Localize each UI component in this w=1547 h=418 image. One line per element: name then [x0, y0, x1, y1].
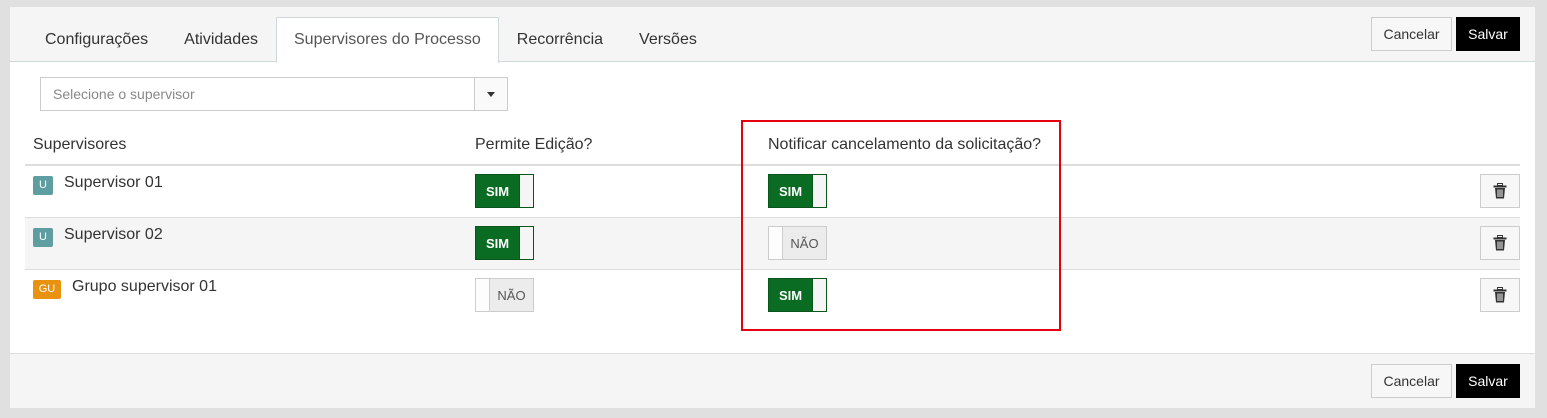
header-bar: Configurações Atividades Supervisores do…: [10, 7, 1535, 63]
supervisor-cell: U Supervisor 02: [33, 225, 163, 247]
trash-icon: [1493, 235, 1507, 251]
trash-icon: [1493, 183, 1507, 199]
notify-cancel-toggle[interactable]: NÃO: [768, 226, 827, 260]
tab-versoes[interactable]: Versões: [621, 17, 715, 62]
delete-button[interactable]: [1480, 278, 1520, 312]
table-row: U Supervisor 02 SIM NÃO: [25, 218, 1520, 269]
toggle-knob: [519, 175, 533, 207]
toggle-label: NÃO: [497, 287, 526, 303]
trash-icon: [1493, 287, 1507, 303]
tab-supervisores-do-processo[interactable]: Supervisores do Processo: [276, 17, 499, 63]
user-badge: U: [33, 228, 53, 247]
supervisor-select-placeholder: Selecione o supervisor: [53, 86, 195, 102]
footer-bar: Cancelar Salvar: [10, 353, 1535, 408]
tab-bar: Configurações Atividades Supervisores do…: [27, 17, 715, 63]
supervisor-select[interactable]: Selecione o supervisor: [40, 77, 508, 111]
supervisor-name: Supervisor 02: [64, 225, 163, 243]
toggle-label: SIM: [485, 235, 510, 251]
tab-atividades[interactable]: Atividades: [166, 17, 276, 62]
table-row: U Supervisor 01 SIM SIM: [25, 166, 1520, 217]
toggle-label: SIM: [485, 183, 510, 199]
notify-cancel-toggle[interactable]: SIM: [768, 174, 827, 208]
save-button[interactable]: Salvar: [1456, 17, 1520, 51]
supervisor-cell: GU Grupo supervisor 01: [33, 277, 217, 299]
column-header-notify-cancel: Notificar cancelamento da solicitação?: [768, 136, 1042, 153]
toggle-label: SIM: [778, 287, 803, 303]
toggle-label: NÃO: [790, 235, 819, 251]
toggle-label: SIM: [778, 183, 803, 199]
delete-button[interactable]: [1480, 226, 1520, 260]
column-header-supervisors: Supervisores: [33, 136, 127, 153]
user-badge: U: [33, 176, 53, 195]
supervisor-name: Grupo supervisor 01: [72, 277, 217, 295]
notify-cancel-toggle[interactable]: SIM: [768, 278, 827, 312]
allow-edit-toggle[interactable]: SIM: [475, 174, 534, 208]
toggle-knob: [519, 227, 533, 259]
delete-button[interactable]: [1480, 174, 1520, 208]
supervisor-cell: U Supervisor 01: [33, 173, 163, 195]
table-row: GU Grupo supervisor 01 NÃO SIM: [25, 270, 1520, 321]
footer-save-button[interactable]: Salvar: [1456, 364, 1520, 398]
tab-configuracoes[interactable]: Configurações: [27, 17, 166, 62]
toggle-knob: [769, 227, 783, 259]
group-badge: GU: [33, 280, 61, 299]
supervisor-name: Supervisor 01: [64, 173, 163, 191]
tab-recorrencia[interactable]: Recorrência: [499, 17, 621, 62]
caret-down-icon: [487, 91, 495, 97]
process-panel: Configurações Atividades Supervisores do…: [10, 7, 1535, 408]
allow-edit-toggle[interactable]: NÃO: [475, 278, 534, 312]
supervisor-select-toggle[interactable]: [474, 78, 507, 110]
column-header-allow-edit: Permite Edição?: [475, 136, 593, 153]
toggle-knob: [812, 279, 826, 311]
cancel-button[interactable]: Cancelar: [1371, 17, 1452, 51]
toggle-knob: [812, 175, 826, 207]
footer-cancel-button[interactable]: Cancelar: [1371, 364, 1452, 398]
toggle-knob: [476, 279, 490, 311]
allow-edit-toggle[interactable]: SIM: [475, 226, 534, 260]
